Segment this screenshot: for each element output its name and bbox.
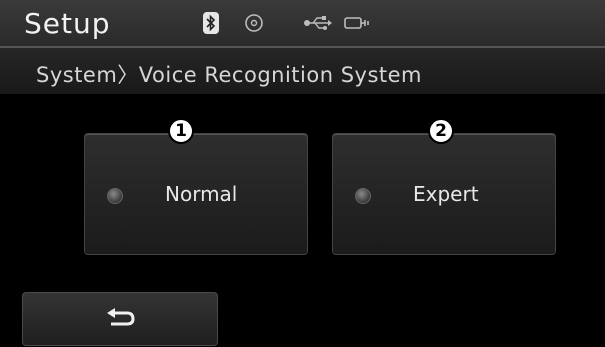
callout-marker-2: 2 bbox=[428, 118, 454, 144]
radio-indicator-icon bbox=[107, 188, 123, 204]
callout-marker-1: 1 bbox=[168, 118, 194, 144]
breadcrumb: System〉Voice Recognition System bbox=[36, 63, 423, 87]
normal-mode-button[interactable]: Normal bbox=[84, 133, 308, 255]
radio-indicator-icon bbox=[355, 188, 371, 204]
header-bar: Setup bbox=[0, 0, 605, 48]
usb-icon bbox=[303, 12, 333, 34]
bluetooth-icon bbox=[203, 12, 219, 34]
expert-mode-button[interactable]: Expert bbox=[332, 133, 556, 255]
page-title: Setup bbox=[24, 7, 111, 40]
back-arrow-icon bbox=[103, 305, 137, 333]
back-button[interactable] bbox=[22, 292, 218, 346]
expert-mode-label: Expert bbox=[413, 182, 479, 206]
voice-recognition-setup-screen: Setup System〉Voice Recognition System No… bbox=[0, 0, 605, 347]
breadcrumb-bar: System〉Voice Recognition System bbox=[0, 48, 605, 94]
disc-icon bbox=[243, 12, 265, 34]
normal-mode-label: Normal bbox=[165, 182, 238, 206]
aux-icon bbox=[343, 12, 371, 34]
